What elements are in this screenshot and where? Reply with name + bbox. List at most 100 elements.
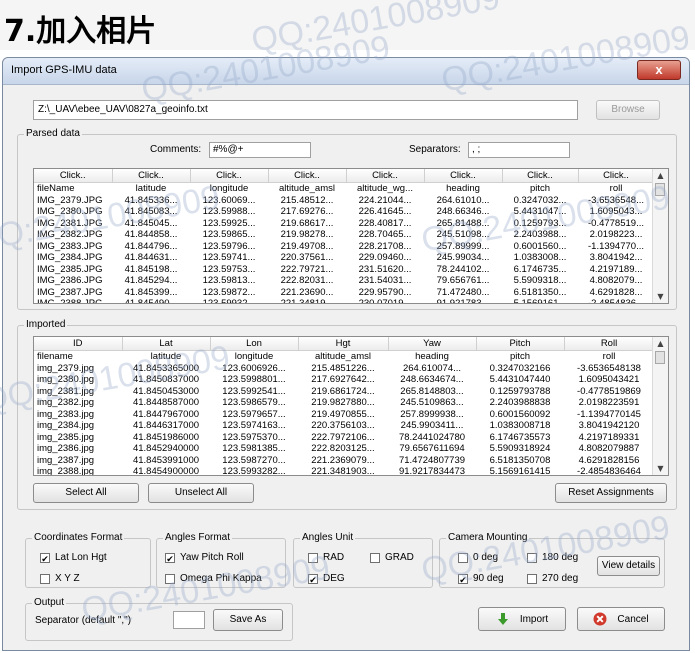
column-assign-button[interactable]: Click.. (424, 169, 503, 183)
import-button[interactable]: Import (478, 607, 566, 631)
column-header[interactable]: Yaw (388, 337, 477, 351)
deg90-checkbox[interactable]: ✔ 90 deg (458, 573, 504, 585)
table-cell: fileName (37, 183, 75, 194)
separator-input[interactable] (173, 611, 205, 629)
table-row[interactable]: IMG_2388.JPG 41.845490... 123.59932... 221.… (34, 298, 654, 304)
table-row[interactable]: img_2387.jpg 41.8453991000 123.5987270... 2… (34, 455, 654, 467)
table-row[interactable]: img_2383.jpg 41.8447967000 123.5979657... 2… (34, 409, 654, 421)
table-cell: 123.59741... (202, 252, 256, 263)
lat-lon-hgt-checkbox[interactable]: ✔ Lat Lon Hgt (40, 552, 107, 564)
page-heading: 7.加入相片 (4, 14, 157, 49)
column-header[interactable]: Roll (564, 337, 655, 351)
imported-scrollbar[interactable]: ▲ ▼ (652, 337, 668, 475)
scroll-up-icon[interactable]: ▲ (653, 169, 668, 182)
xyz-checkbox[interactable]: X Y Z (40, 573, 80, 584)
table-row[interactable]: filename latitude longitude altitude_amsl he… (34, 351, 654, 363)
column-assign-button[interactable]: Click.. (34, 169, 113, 183)
table-row[interactable]: fileName latitude longitude altitude_amsl al… (34, 183, 654, 195)
column-assign-button[interactable]: Click.. (578, 169, 655, 183)
table-cell: IMG_2385.JPG (37, 263, 103, 275)
table-cell: 41.844858... (124, 229, 178, 240)
table-cell: 229.09460... (358, 252, 412, 263)
column-header[interactable]: Lat (122, 337, 211, 351)
table-cell: 215.48512... (280, 194, 334, 206)
table-row[interactable]: img_2384.jpg 41.8446317000 123.5974163... 2… (34, 420, 654, 432)
reset-assignments-button[interactable]: Reset Assignments (555, 483, 667, 503)
save-as-button[interactable]: Save As (213, 609, 283, 631)
rad-checkbox[interactable]: RAD (308, 552, 344, 563)
deg0-checkbox[interactable]: 0 deg (458, 552, 498, 563)
scroll-up-icon[interactable]: ▲ (653, 337, 668, 350)
view-details-button[interactable]: View details (597, 556, 660, 576)
table-cell: 41.845083... (124, 206, 178, 217)
table-row[interactable]: IMG_2383.JPG 41.844796... 123.59796... 219.… (34, 241, 654, 253)
close-button[interactable]: x (637, 60, 681, 80)
column-assign-button[interactable]: Click.. (112, 169, 191, 183)
column-header[interactable]: ID (34, 337, 123, 351)
table-cell: 123.59865... (202, 229, 256, 240)
table-cell: 41.845294... (124, 275, 178, 286)
table-row[interactable]: IMG_2386.JPG 41.845294... 123.59813... 222.… (34, 275, 654, 287)
table-row[interactable]: img_2385.jpg 41.8451986000 123.5975370... 2… (34, 432, 654, 444)
deg270-checkbox[interactable]: 270 deg (527, 573, 578, 584)
column-assign-button[interactable]: Click.. (190, 169, 269, 183)
parsed-table: Click.. Click.. Click.. Click.. Click.. Click… (33, 168, 669, 304)
table-cell: 5.5909318... (513, 275, 567, 286)
table-cell: 226.41645... (358, 206, 412, 217)
browse-button[interactable]: Browse (596, 100, 660, 120)
table-cell: 245.9903411... (400, 420, 464, 431)
table-row[interactable]: IMG_2380.JPG 41.845083... 123.59988... 217.… (34, 206, 654, 218)
table-row[interactable]: IMG_2384.JPG 41.844631... 123.59741... 220.… (34, 252, 654, 264)
column-assign-button[interactable]: Click.. (346, 169, 425, 183)
column-header[interactable]: Lon (210, 337, 299, 351)
scroll-down-icon[interactable]: ▼ (653, 290, 668, 303)
table-cell: 2.0198223... (589, 229, 643, 240)
deg180-checkbox[interactable]: 180 deg (527, 552, 578, 563)
table-cell: 6.5181350... (513, 286, 567, 298)
unselect-all-button[interactable]: Unselect All (148, 483, 254, 503)
omega-phi-kappa-checkbox[interactable]: Omega Phi Kappa (165, 573, 262, 584)
table-row[interactable]: IMG_2385.JPG 41.845198... 123.59753... 222.… (34, 264, 654, 276)
table-row[interactable]: IMG_2379.JPG 41.845336... 123.60069... 215.… (34, 195, 654, 207)
scroll-thumb[interactable] (655, 351, 665, 364)
table-cell: 41.8448587000 (132, 397, 200, 408)
table-row[interactable]: img_2382.jpg 41.8448587000 123.5986579... 2… (34, 397, 654, 409)
table-cell: 4.2197189331 (578, 431, 640, 443)
table-row[interactable]: img_2381.jpg 41.8450453000 123.5992541... 2… (34, 386, 654, 398)
table-row[interactable]: img_2379.jpg 41.8453365000 123.6006926... 2… (34, 363, 654, 375)
column-header[interactable]: Hgt (298, 337, 389, 351)
column-assign-button[interactable]: Click.. (502, 169, 579, 183)
comments-input[interactable]: #%@+ (209, 142, 311, 158)
table-cell: 41.8447967000 (132, 408, 200, 420)
grad-checkbox[interactable]: GRAD (370, 552, 414, 563)
scroll-down-icon[interactable]: ▼ (653, 462, 668, 475)
deg-checkbox[interactable]: ✔ DEG (308, 573, 345, 585)
table-row[interactable]: IMG_2382.JPG 41.844858... 123.59865... 219.… (34, 229, 654, 241)
separators-input[interactable]: , ; (468, 142, 570, 158)
table-cell: 4.8082079... (589, 275, 643, 286)
parsed-scrollbar[interactable]: ▲ ▼ (652, 169, 668, 303)
table-cell: 6.1746735573 (489, 431, 551, 443)
table-cell: 41.8450453000 (132, 385, 200, 397)
table-row[interactable]: img_2386.jpg 41.8452940000 123.5981385... 2… (34, 443, 654, 455)
table-cell: 222.82031... (280, 275, 334, 286)
yaw-pitch-roll-checkbox[interactable]: ✔ Yaw Pitch Roll (165, 552, 244, 564)
table-row[interactable]: img_2380.jpg 41.8450837000 123.5998801... 2… (34, 374, 654, 386)
table-row[interactable]: IMG_2381.JPG 41.845045... 123.59925... 219.… (34, 218, 654, 230)
table-cell: 123.60069... (202, 194, 256, 206)
table-cell: 2.2403988... (513, 229, 567, 240)
table-cell: 5.1569161... (513, 298, 567, 304)
table-cell: 4.6291828... (589, 286, 643, 298)
table-row[interactable]: img_2388.jpg 41.8454900000 123.5993282... 2… (34, 466, 654, 475)
column-header[interactable]: Pitch (476, 337, 565, 351)
column-assign-button[interactable]: Click.. (268, 169, 347, 183)
file-path-field[interactable]: Z:\_UAV\ebee_UAV\0827a_geoinfo.txt (33, 100, 578, 120)
table-cell: pitch (509, 351, 531, 362)
select-all-button[interactable]: Select All (33, 483, 139, 503)
table-cell: altitude_amsl (279, 183, 335, 194)
table-row[interactable]: IMG_2387.JPG 41.845399... 123.59872... 221.… (34, 287, 654, 299)
table-cell: 123.5981385... (222, 443, 286, 454)
cancel-button[interactable]: Cancel (577, 607, 665, 631)
table-cell: 41.845045... (124, 217, 178, 229)
scroll-thumb[interactable] (655, 183, 665, 196)
